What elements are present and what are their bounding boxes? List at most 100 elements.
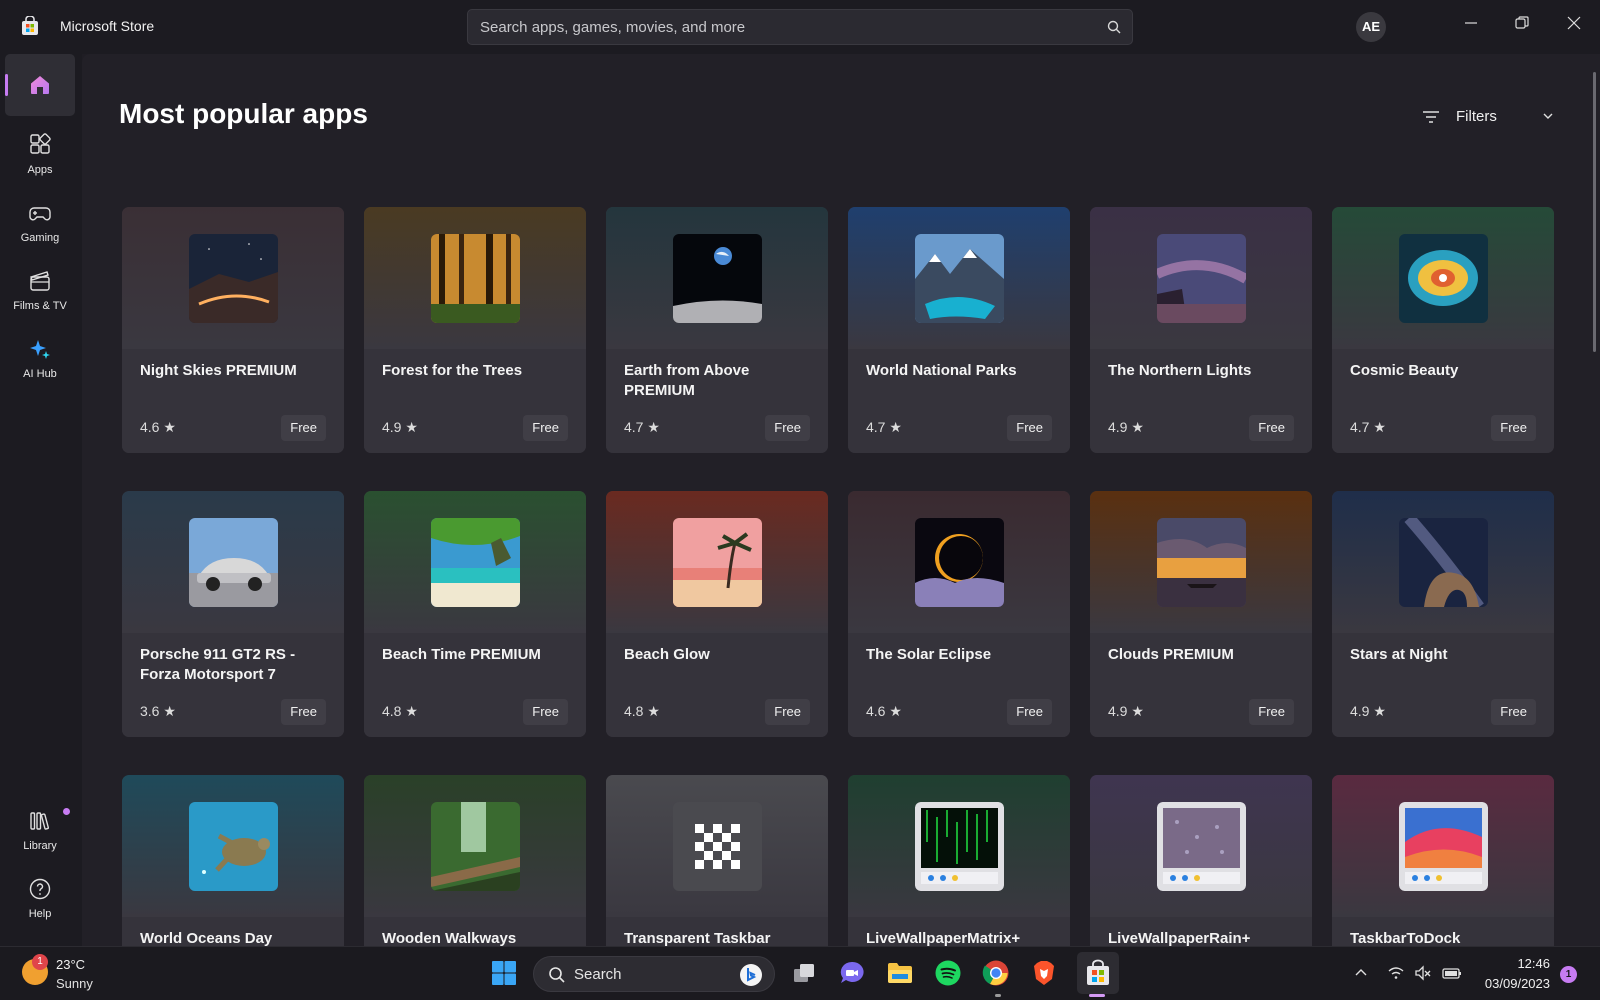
file-explorer-icon[interactable] <box>886 959 914 987</box>
title-bar: Microsoft Store AE <box>0 0 1600 54</box>
price-badge[interactable]: Free <box>1249 415 1294 441</box>
sidebar-item-apps[interactable]: Apps <box>5 126 75 188</box>
price-badge[interactable]: Free <box>765 415 810 441</box>
app-card[interactable]: Night Skies PREMIUM 4.6 ★ Free <box>122 207 344 453</box>
card-info: The Solar Eclipse 4.6 ★ Free <box>848 633 1070 737</box>
app-card[interactable]: Transparent Taskbar <box>606 775 828 946</box>
walkways-thumb <box>431 802 520 891</box>
filters-button[interactable]: Filters <box>1422 102 1562 132</box>
clock-time[interactable]: 12:46 <box>1476 956 1550 971</box>
sidebar-item-library[interactable]: Library <box>5 802 75 864</box>
microsoft-store-icon[interactable] <box>1084 959 1112 987</box>
app-card[interactable]: LiveWallpaperMatrix+ <box>848 775 1070 946</box>
app-card[interactable]: Beach Time PREMIUM 4.8 ★ Free <box>364 491 586 737</box>
sidebar-item-films[interactable]: Films & TV <box>5 262 75 324</box>
sidebar-item-home[interactable] <box>5 54 75 116</box>
app-card[interactable]: The Northern Lights 4.9 ★ Free <box>1090 207 1312 453</box>
home-icon <box>31 76 49 94</box>
app-card[interactable]: Wooden Walkways <box>364 775 586 946</box>
spotify-icon[interactable] <box>934 959 962 987</box>
price-badge[interactable]: Free <box>1007 699 1052 725</box>
app-card[interactable]: Clouds PREMIUM 4.9 ★ Free <box>1090 491 1312 737</box>
app-name: Night Skies PREMIUM <box>140 362 297 379</box>
star-icon: ★ <box>405 419 418 435</box>
price-badge[interactable]: Free <box>1007 415 1052 441</box>
minimize-button[interactable] <box>1448 6 1494 38</box>
search-icon[interactable] <box>1106 19 1122 35</box>
app-card[interactable]: The Solar Eclipse 4.6 ★ Free <box>848 491 1070 737</box>
sidebar-item-gaming[interactable]: Gaming <box>5 194 75 256</box>
price-badge[interactable]: Free <box>281 415 326 441</box>
app-name: World Oceans Day <box>140 930 273 946</box>
help-icon <box>29 878 51 900</box>
app-card[interactable]: Beach Glow 4.8 ★ Free <box>606 491 828 737</box>
clouds-thumb <box>1157 518 1246 607</box>
app-card[interactable]: LiveWallpaperRain+ <box>1090 775 1312 946</box>
user-avatar[interactable]: AE <box>1356 12 1386 42</box>
price-badge[interactable]: Free <box>523 699 568 725</box>
rating-value: 4.7 <box>1350 419 1370 435</box>
app-rating: 4.9 ★ <box>1108 419 1144 436</box>
search-box[interactable] <box>467 9 1133 45</box>
rating-value: 4.7 <box>866 419 886 435</box>
app-card[interactable]: TaskbarToDock <box>1332 775 1554 946</box>
price-badge[interactable]: Free <box>523 415 568 441</box>
app-card[interactable]: Forest for the Trees 4.9 ★ Free <box>364 207 586 453</box>
star-icon: ★ <box>647 419 660 435</box>
chrome-icon[interactable] <box>982 959 1010 987</box>
taskbar: 1 23°C Sunny Search 12:46 03/09/2023 1 <box>0 946 1600 1000</box>
weather-temperature[interactable]: 23°C <box>56 957 85 972</box>
search-input[interactable] <box>468 10 1088 44</box>
price-badge[interactable]: Free <box>1491 415 1536 441</box>
app-card[interactable]: Stars at Night 4.9 ★ Free <box>1332 491 1554 737</box>
volume-muted-icon[interactable] <box>1414 964 1432 982</box>
weather-badge: 1 <box>32 954 48 970</box>
earth-thumb <box>673 234 762 323</box>
close-icon <box>1567 16 1581 30</box>
rating-value: 4.9 <box>1108 703 1128 719</box>
teams-chat-icon[interactable] <box>838 959 866 987</box>
chevron-up-icon[interactable] <box>1354 966 1368 980</box>
wifi-icon[interactable] <box>1387 964 1405 982</box>
app-card[interactable]: Porsche 911 GT2 RS - Forza Motorsport 7 3… <box>122 491 344 737</box>
price-badge[interactable]: Free <box>765 699 810 725</box>
running-indicator <box>995 994 1001 997</box>
card-info: LiveWallpaperRain+ <box>1090 917 1312 946</box>
bing-icon[interactable] <box>739 963 763 987</box>
close-button[interactable] <box>1551 6 1597 38</box>
battery-icon[interactable] <box>1442 964 1462 982</box>
price-badge[interactable]: Free <box>1491 699 1536 725</box>
app-card[interactable]: Earth from Above PREMIUM 4.7 ★ Free <box>606 207 828 453</box>
sidebar-item-help[interactable]: Help <box>5 870 75 932</box>
clock-date[interactable]: 03/09/2023 <box>1476 976 1550 991</box>
notification-badge[interactable]: 1 <box>1560 966 1577 983</box>
sidebar-item-ai-hub[interactable]: AI Hub <box>5 330 75 392</box>
page-title: Most popular apps <box>119 98 368 129</box>
task-view-icon[interactable] <box>790 959 818 987</box>
oceans-thumb <box>189 802 278 891</box>
app-card[interactable]: World Oceans Day <box>122 775 344 946</box>
app-name: Stars at Night <box>1350 646 1448 663</box>
app-name: Beach Glow <box>624 646 710 663</box>
sidebar-nav: Apps Gaming Films & TV AI Hub Library He… <box>0 54 82 946</box>
app-rating: 4.8 ★ <box>624 703 660 720</box>
price-badge[interactable]: Free <box>1249 699 1294 725</box>
weather-condition[interactable]: Sunny <box>56 976 93 991</box>
price-badge[interactable]: Free <box>281 699 326 725</box>
app-card[interactable]: World National Parks 4.7 ★ Free <box>848 207 1070 453</box>
windows-start-icon[interactable] <box>490 959 518 987</box>
restore-icon <box>1515 16 1529 29</box>
scrollbar[interactable] <box>1593 72 1596 352</box>
taskbar-search[interactable]: Search <box>533 956 775 992</box>
filter-icon <box>1423 111 1439 123</box>
card-info: Night Skies PREMIUM 4.6 ★ Free <box>122 349 344 453</box>
brave-icon[interactable] <box>1030 959 1058 987</box>
sidebar-item-label: Films & TV <box>13 300 67 312</box>
card-info: Earth from Above PREMIUM 4.7 ★ Free <box>606 349 828 453</box>
card-info: World National Parks 4.7 ★ Free <box>848 349 1070 453</box>
app-name: The Solar Eclipse <box>866 646 992 663</box>
rating-value: 4.9 <box>382 419 402 435</box>
star-icon: ★ <box>1131 703 1144 719</box>
restore-button[interactable] <box>1499 6 1545 38</box>
app-card[interactable]: Cosmic Beauty 4.7 ★ Free <box>1332 207 1554 453</box>
